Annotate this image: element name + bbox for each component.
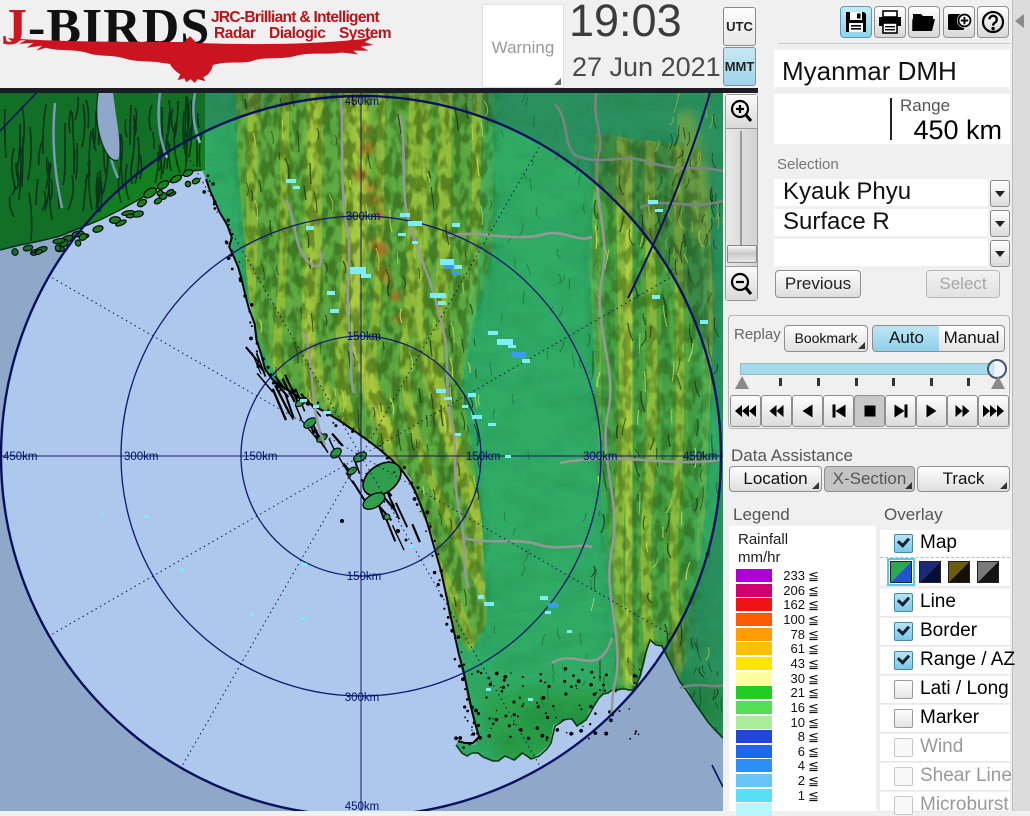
- svg-text:450km: 450km: [683, 451, 718, 463]
- svg-text:300km: 300km: [583, 451, 618, 463]
- svg-text:450km: 450km: [345, 96, 380, 108]
- svg-text:150km: 150km: [347, 571, 382, 583]
- svg-text:450km: 450km: [3, 451, 38, 463]
- svg-text:150km: 150km: [466, 451, 501, 463]
- svg-text:300km: 300km: [345, 692, 380, 704]
- svg-text:300km: 300km: [346, 211, 381, 223]
- svg-text:300km: 300km: [124, 451, 159, 463]
- svg-text:150km: 150km: [243, 451, 278, 463]
- svg-text:450km: 450km: [345, 801, 380, 811]
- svg-text:150km: 150km: [347, 331, 382, 343]
